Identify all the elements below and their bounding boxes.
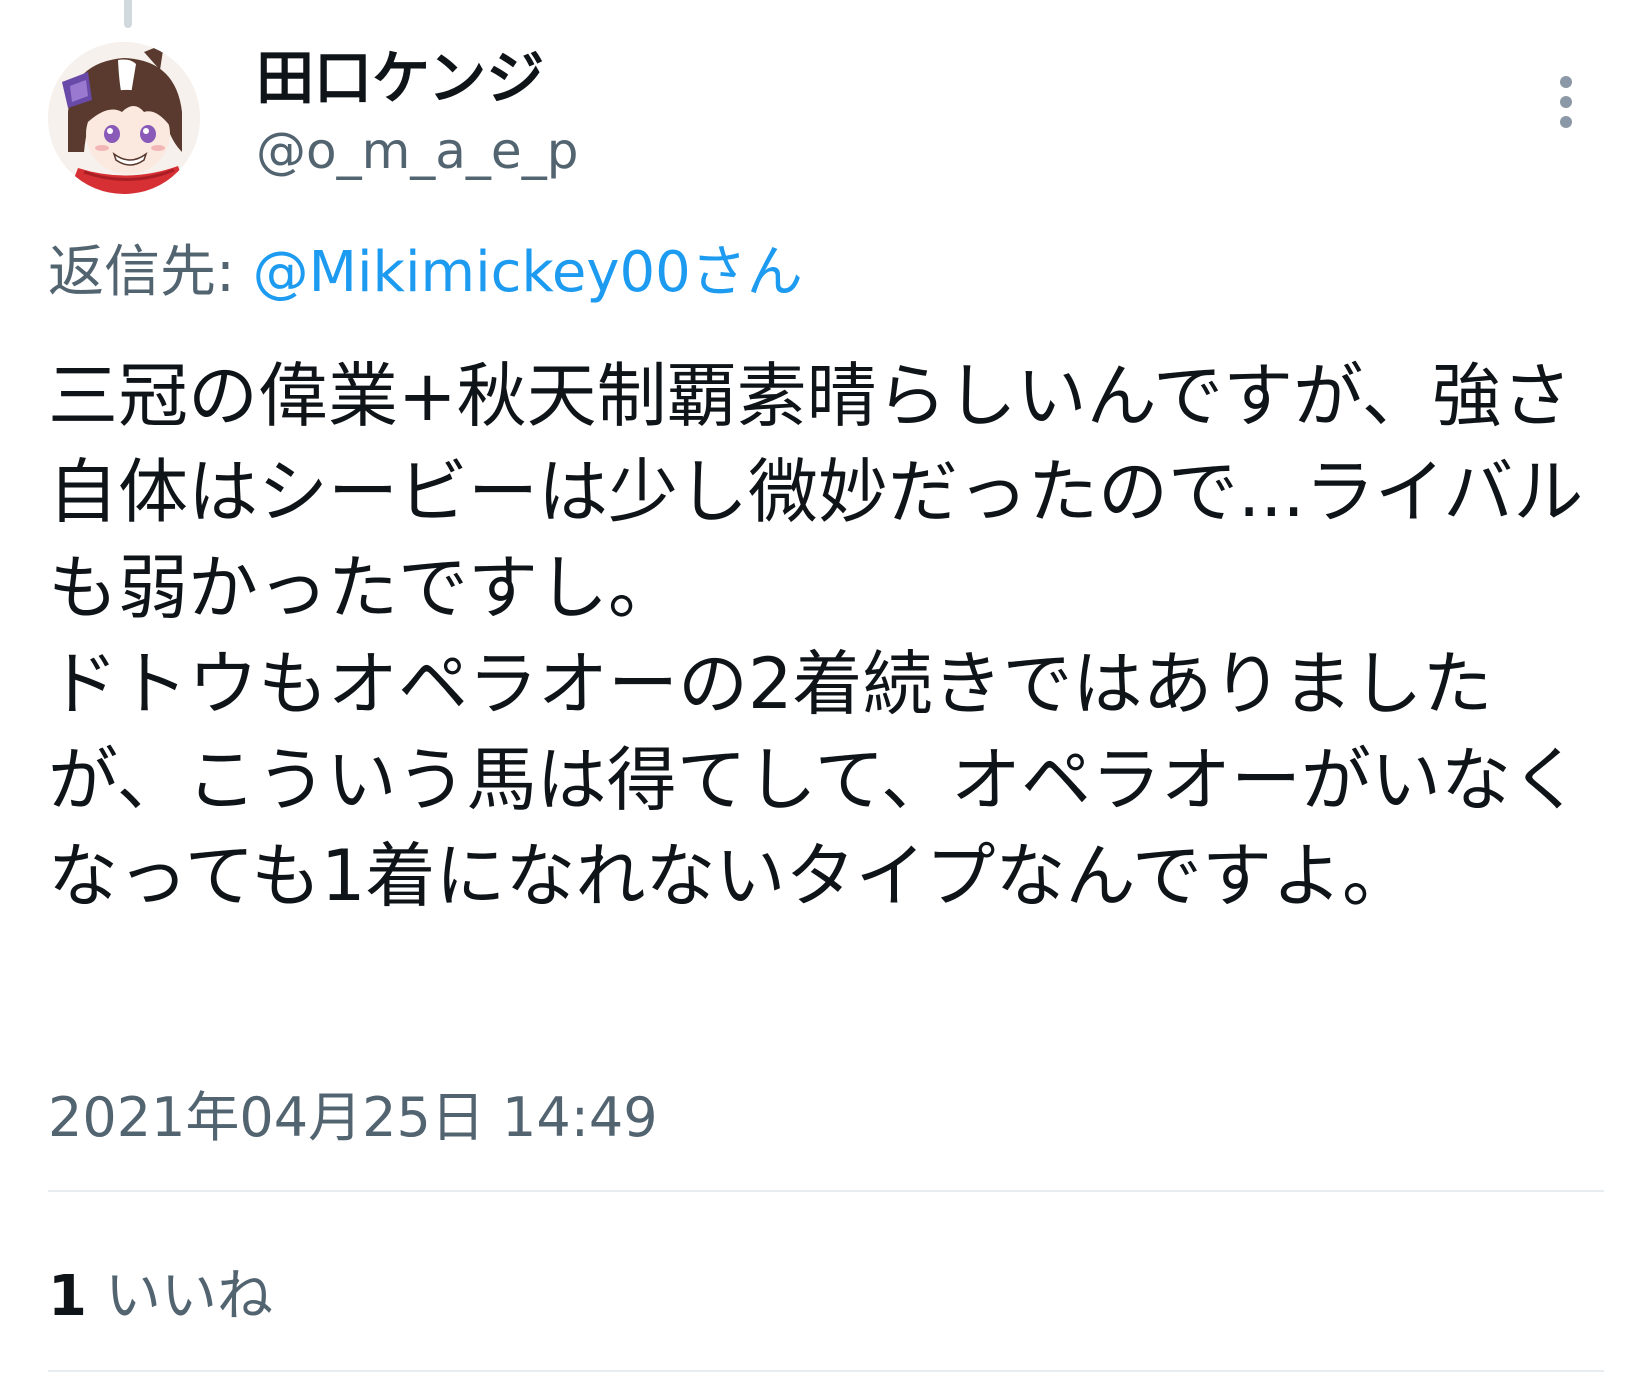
likes-stat[interactable]: 1 いいね xyxy=(48,1260,273,1334)
thread-connector-line xyxy=(124,0,132,28)
profile-avatar[interactable] xyxy=(48,42,200,194)
divider xyxy=(48,1190,1604,1192)
tweet-body-text: 三冠の偉業+秋天制覇素晴らしいんですが、強さ自体はシービーは少し微妙だったので.… xyxy=(48,355,1584,917)
divider xyxy=(48,1370,1604,1372)
reply-to-prefix: 返信先: xyxy=(48,240,253,305)
more-vertical-icon[interactable] xyxy=(1546,70,1586,134)
more-dot xyxy=(1560,76,1572,88)
likes-label: いいね xyxy=(104,1264,273,1329)
avatar-illustration xyxy=(48,42,200,194)
tweet-detail: 田口ケンジ @o_m_a_e_p 返信先: @Mikimickey00さん 三冠… xyxy=(0,0,1644,1396)
author-display-name[interactable]: 田口ケンジ xyxy=(256,40,578,116)
author-block[interactable]: 田口ケンジ @o_m_a_e_p xyxy=(256,40,578,186)
tweet-timestamp[interactable]: 2021年04月25日 14:49 xyxy=(48,1082,658,1154)
reply-to-mention-link[interactable]: @Mikimickey00さん xyxy=(253,240,803,305)
author-handle[interactable]: @o_m_a_e_p xyxy=(256,116,578,186)
likes-count: 1 xyxy=(48,1264,87,1329)
more-dot xyxy=(1560,116,1572,128)
reply-to-line: 返信先: @Mikimickey00さん xyxy=(48,236,803,310)
more-dot xyxy=(1560,96,1572,108)
